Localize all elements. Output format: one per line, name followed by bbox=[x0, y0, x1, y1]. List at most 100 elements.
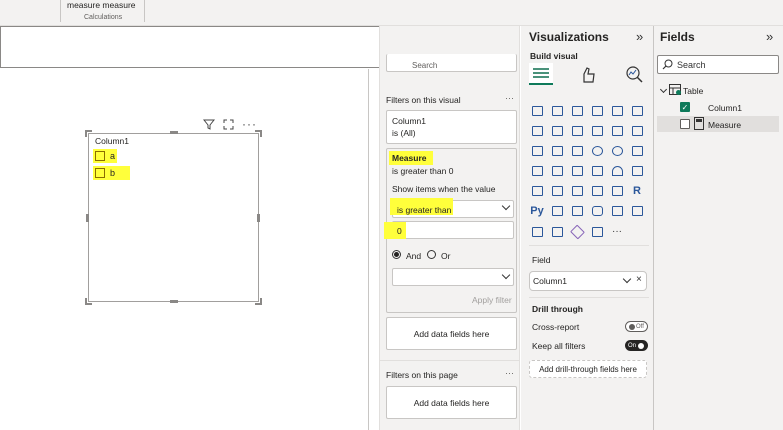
more-visuals-icon[interactable]: ··· bbox=[612, 226, 622, 237]
filters-on-visual-title: Filters on this visual bbox=[386, 95, 461, 105]
second-condition-dropdown[interactable] bbox=[392, 268, 514, 286]
card-icon[interactable] bbox=[630, 164, 644, 177]
kpi-icon[interactable] bbox=[550, 184, 564, 197]
search-icon bbox=[662, 59, 673, 70]
resize-handle[interactable] bbox=[85, 298, 92, 305]
treemap-icon[interactable] bbox=[630, 144, 644, 157]
build-visual-label: Build visual bbox=[530, 51, 578, 61]
more-options-icon[interactable]: ··· bbox=[242, 117, 257, 131]
filter-value-input[interactable] bbox=[392, 221, 514, 239]
viz-divider bbox=[529, 297, 649, 298]
table-icon[interactable] bbox=[590, 184, 604, 197]
remove-field-icon[interactable]: × bbox=[636, 274, 642, 285]
filter-value: 0 bbox=[397, 226, 402, 236]
or-radio[interactable] bbox=[427, 250, 436, 259]
calculator-icon bbox=[694, 117, 704, 130]
slicer-checkbox-b[interactable] bbox=[95, 168, 105, 180]
100-stacked-bar-icon[interactable] bbox=[610, 104, 624, 117]
filled-map-icon[interactable] bbox=[550, 164, 564, 177]
line-chart-icon[interactable] bbox=[530, 124, 544, 137]
gauge-icon[interactable] bbox=[610, 164, 624, 177]
key-influencers-icon[interactable] bbox=[550, 204, 564, 217]
new-measure-button[interactable]: measure measure bbox=[67, 0, 136, 10]
field-checkbox-column1[interactable]: ✓ bbox=[680, 102, 690, 112]
table-name[interactable]: Table bbox=[683, 86, 703, 96]
highlight bbox=[384, 222, 406, 239]
r-visual-icon[interactable]: R bbox=[630, 184, 644, 197]
field-well-label: Field bbox=[532, 255, 551, 265]
resize-handle[interactable] bbox=[170, 131, 178, 134]
resize-handle[interactable] bbox=[85, 130, 92, 137]
multi-row-card-icon[interactable] bbox=[530, 184, 544, 197]
funnel-icon[interactable] bbox=[550, 144, 564, 157]
fields-search-input[interactable] bbox=[657, 55, 779, 74]
more-options-icon[interactable]: ··· bbox=[505, 368, 514, 378]
slicer-checkbox-a[interactable] bbox=[95, 151, 105, 163]
keep-all-filters-toggle[interactable]: On bbox=[625, 340, 648, 351]
shape-map-icon[interactable] bbox=[570, 164, 584, 177]
slicer-item-label: b bbox=[110, 168, 116, 178]
waterfall-icon[interactable] bbox=[530, 144, 544, 157]
resize-handle[interactable] bbox=[86, 214, 89, 222]
condition-value: is greater than bbox=[397, 205, 452, 215]
focus-mode-icon[interactable] bbox=[223, 119, 234, 130]
resize-handle[interactable] bbox=[170, 300, 178, 303]
filters-on-page-title: Filters on this page bbox=[386, 370, 458, 380]
ribbon-chart-icon[interactable] bbox=[630, 124, 644, 137]
add-drill-through-fields[interactable]: Add drill-through fields here bbox=[529, 360, 647, 378]
filters-pane-divider bbox=[379, 360, 520, 361]
stacked-bar-chart-icon[interactable] bbox=[530, 104, 544, 117]
power-apps-icon[interactable] bbox=[550, 225, 564, 238]
matrix-icon[interactable] bbox=[610, 184, 624, 197]
python-visual-icon[interactable]: Py bbox=[530, 204, 544, 217]
qa-icon[interactable] bbox=[590, 204, 604, 217]
add-data-fields-visual[interactable]: Add data fields here bbox=[386, 317, 517, 350]
field-checkbox-measure[interactable] bbox=[680, 119, 690, 129]
area-chart-icon[interactable] bbox=[550, 124, 564, 137]
resize-handle[interactable] bbox=[257, 214, 260, 222]
more-options-icon[interactable]: ··· bbox=[505, 93, 514, 103]
slicer-type-icon bbox=[533, 68, 549, 78]
filters-search-input[interactable] bbox=[386, 54, 517, 72]
line-clustered-column-icon[interactable] bbox=[590, 124, 604, 137]
add-data-fields-page[interactable]: Add data fields here bbox=[386, 386, 517, 419]
canvas-divider bbox=[368, 69, 369, 430]
goals-icon[interactable] bbox=[630, 204, 644, 217]
power-automate-flow-icon[interactable] bbox=[590, 225, 604, 238]
decomposition-tree-icon[interactable] bbox=[570, 204, 584, 217]
and-radio[interactable] bbox=[392, 250, 401, 259]
toggle-state: Off bbox=[636, 323, 644, 330]
azure-map-icon[interactable] bbox=[590, 164, 604, 177]
stacked-column-chart-icon[interactable] bbox=[550, 104, 564, 117]
format-visual-icon[interactable] bbox=[580, 66, 597, 83]
filter-card-title: Measure bbox=[392, 153, 427, 163]
collapse-pane-icon[interactable]: » bbox=[766, 29, 773, 44]
line-stacked-column-icon[interactable] bbox=[610, 124, 624, 137]
fields-title: Fields bbox=[660, 30, 695, 44]
donut-chart-icon[interactable] bbox=[610, 144, 624, 157]
filter-icon[interactable] bbox=[203, 119, 215, 130]
add-fields-label: Add data fields here bbox=[413, 397, 490, 408]
scatter-icon[interactable] bbox=[570, 144, 584, 157]
filter-card-sub: is (All) bbox=[392, 128, 416, 138]
smart-narrative-icon[interactable] bbox=[610, 204, 624, 217]
apply-filter-button[interactable]: Apply filter bbox=[472, 295, 512, 305]
fields-search-placeholder: Search bbox=[677, 60, 706, 70]
toggle-knob bbox=[638, 342, 645, 349]
or-label: Or bbox=[441, 251, 451, 261]
collapse-pane-icon[interactable]: » bbox=[636, 29, 643, 44]
add-fields-label: Add data fields here bbox=[413, 328, 490, 339]
paginated-report-icon[interactable] bbox=[530, 225, 544, 238]
clustered-bar-chart-icon[interactable] bbox=[570, 104, 584, 117]
power-automate-icon[interactable] bbox=[569, 224, 585, 239]
cross-report-toggle[interactable]: Off bbox=[625, 321, 648, 332]
analytics-icon[interactable] bbox=[626, 66, 643, 83]
stacked-area-icon[interactable] bbox=[570, 124, 584, 137]
map-icon[interactable] bbox=[530, 164, 544, 177]
clustered-column-chart-icon[interactable] bbox=[590, 104, 604, 117]
slicer-icon[interactable] bbox=[570, 184, 584, 197]
100-stacked-column-icon[interactable] bbox=[630, 104, 644, 117]
resize-handle[interactable] bbox=[255, 298, 262, 305]
pie-chart-icon[interactable] bbox=[590, 144, 604, 157]
resize-handle[interactable] bbox=[255, 130, 262, 137]
